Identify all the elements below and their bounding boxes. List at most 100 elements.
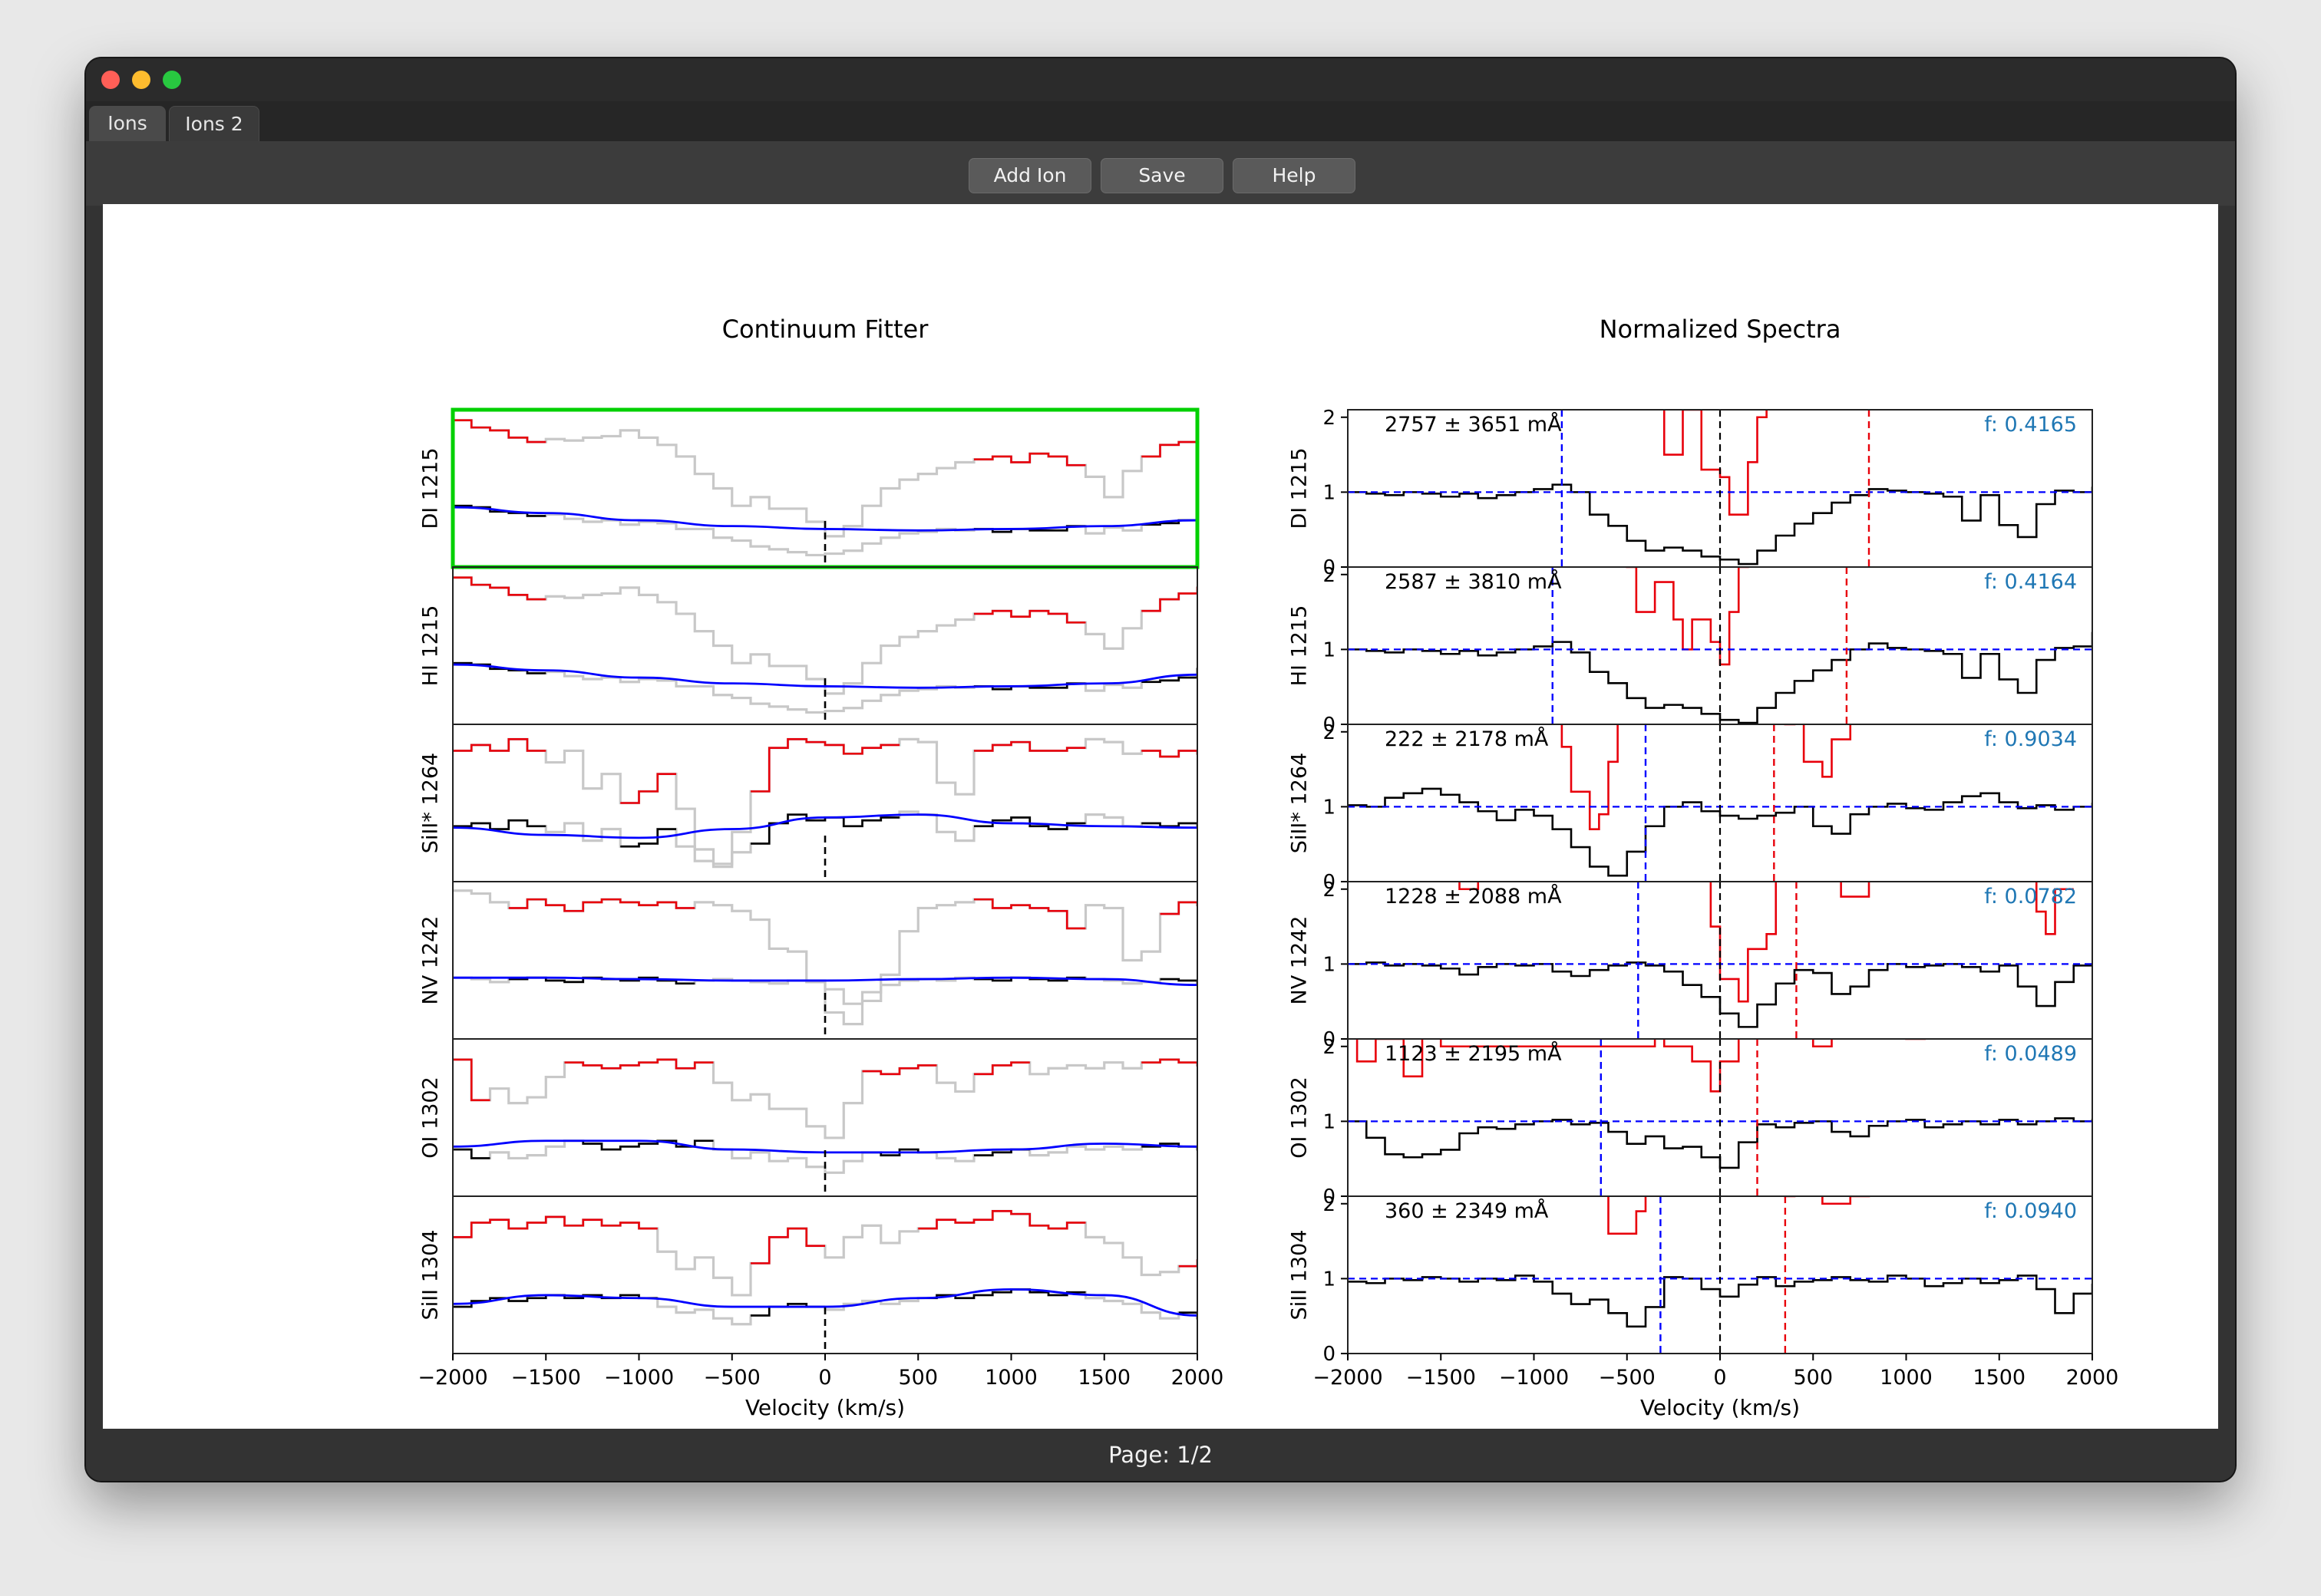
equivalent-width-label: 222 ± 2178 mÅ [1385, 727, 1549, 751]
raw-flux-line [1607, 1196, 1870, 1235]
raw-fit-segment [918, 1210, 1086, 1230]
f-value-label: f: 0.4164 [1984, 570, 2077, 594]
selected-panel-highlight [451, 407, 1200, 569]
raw-fit-segment [620, 773, 676, 804]
norm-panel-0[interactable]: 2757 ± 3651 mÅ f: 0.4165012DI 1215 [1288, 387, 2111, 579]
raw-fit-segment [751, 738, 900, 793]
x-tick-label: 0 [818, 1366, 831, 1390]
figure-canvas[interactable]: Continuum Fitter DI 1215 HI 1215 SiII* 1264… [103, 204, 2218, 1429]
raw-flux-line [1662, 410, 1768, 516]
f-value-label: f: 0.0940 [1984, 1199, 2077, 1223]
x-tick-label: −1000 [604, 1366, 674, 1390]
equivalent-width-label: 2587 ± 3810 mÅ [1385, 569, 1562, 594]
x-tick-label: −2000 [418, 1366, 487, 1390]
fit-panel-1[interactable]: HI 1215 [419, 566, 1217, 725]
ion-label: HI 1215 [1288, 605, 1312, 687]
y-tick-label: 1 [1322, 1110, 1335, 1133]
ion-label: SiII* 1264 [1288, 753, 1312, 853]
flux-fit-segment [1141, 822, 1197, 828]
normalized-flux-line [1348, 961, 2092, 1028]
raw-fit-segment [862, 1064, 937, 1076]
minimize-window-icon[interactable] [132, 71, 150, 89]
ion-label: HI 1215 [419, 605, 443, 687]
f-value-label: f: 0.0782 [1984, 885, 2077, 908]
title-bar [86, 58, 2235, 101]
x-tick-label: 0 [1713, 1366, 1726, 1390]
fit-panel-0[interactable]: DI 1215 [419, 407, 1217, 569]
y-tick-label: 0 [1322, 1343, 1335, 1366]
raw-masked-line [453, 737, 1197, 866]
x-tick-label: −1500 [1406, 1366, 1476, 1390]
y-tick-label: 2 [1322, 564, 1335, 587]
raw-fit-segment [1160, 901, 1197, 915]
panel-plot-area [453, 889, 1197, 1039]
raw-fit-segment [453, 419, 546, 444]
norm-panel-1[interactable]: 2587 ± 3810 mÅ f: 0.4164012HI 1215 [1288, 545, 2111, 737]
raw-fit-segment [453, 738, 546, 752]
app-window: Ions Ions 2 Add Ion Save Help Continuum … [86, 58, 2235, 1481]
f-value-label: f: 0.0489 [1984, 1042, 2077, 1066]
x-tick-label: −1000 [1499, 1366, 1569, 1390]
ion-label: OI 1302 [1288, 1077, 1312, 1159]
raw-fit-segment [974, 740, 1086, 752]
raw-fit-segment [1141, 586, 1197, 612]
fit-panel-2[interactable]: SiII* 1264 [419, 724, 1217, 882]
flux-masked-line [453, 810, 1197, 869]
y-tick-label: 1 [1322, 953, 1335, 976]
spectra-figure[interactable]: Continuum Fitter DI 1215 HI 1215 SiII* 1264… [103, 204, 2218, 1429]
tab-ions-2[interactable]: Ions 2 [169, 106, 259, 143]
y-tick-label: 2 [1322, 879, 1335, 902]
right-x-axis-label: Velocity (km/s) [1640, 1395, 1800, 1420]
fit-panel-3[interactable]: NV 1242 [419, 881, 1217, 1040]
normalized-flux-line [1348, 1274, 2092, 1328]
flux-masked-line [453, 1139, 1197, 1174]
x-tick-label: −2000 [1312, 1366, 1382, 1390]
f-value-label: f: 0.4165 [1984, 413, 2077, 437]
norm-panel-3[interactable]: 1228 ± 2088 mÅ f: 0.0782012NV 1242 [1288, 859, 2111, 1051]
left-chart-title: Continuum Fitter [722, 315, 929, 344]
page-indicator: Page: 1/2 [86, 1429, 2235, 1481]
panel-plot-area [453, 737, 1197, 882]
save-button[interactable]: Save [1101, 158, 1223, 193]
y-tick-label: 2 [1322, 407, 1335, 430]
y-tick-label: 1 [1322, 796, 1335, 819]
equivalent-width-label: 1123 ± 2195 mÅ [1385, 1041, 1562, 1066]
y-tick-label: 1 [1322, 481, 1335, 504]
raw-fit-segment [751, 1227, 825, 1265]
x-tick-label: 500 [1793, 1366, 1833, 1390]
zoom-window-icon[interactable] [163, 71, 181, 89]
ion-label: DI 1215 [1288, 447, 1312, 529]
left-x-axis-label: Velocity (km/s) [745, 1395, 905, 1420]
close-window-icon[interactable] [101, 71, 120, 89]
panel-plot-area [453, 419, 1197, 567]
norm-panel-4[interactable]: 1123 ± 2195 mÅ f: 0.0489012OI 1302 [1288, 1024, 2111, 1209]
help-button[interactable]: Help [1233, 158, 1355, 193]
x-tick-label: 1500 [1078, 1366, 1131, 1390]
y-tick-label: 2 [1322, 1193, 1335, 1216]
norm-panel-2[interactable]: 222 ± 2178 mÅ f: 0.9034012SiII* 1264 [1288, 709, 2111, 894]
raw-flux-line [1458, 882, 2074, 1003]
fit-panel-5[interactable]: SiII 1304 [419, 1195, 1217, 1354]
flux-fit-segment [453, 1148, 490, 1159]
norm-panel-5[interactable]: 360 ± 2349 mÅ f: 0.0940 0 1 2 SiII 1304 [1288, 1181, 2111, 1366]
tab-ions[interactable]: Ions [89, 106, 166, 141]
add-ion-button[interactable]: Add Ion [969, 158, 1091, 193]
raw-fit-segment [974, 898, 1086, 930]
y-tick-label: 2 [1322, 721, 1335, 744]
raw-fit-segment [1141, 750, 1197, 758]
y-tick-label: 1 [1322, 1268, 1335, 1291]
right-chart-title: Normalized Spectra [1600, 315, 1841, 344]
x-tick-label: −500 [1599, 1366, 1656, 1390]
y-tick-label: 2 [1322, 1036, 1335, 1059]
x-tick-label: 1000 [985, 1366, 1038, 1390]
ion-label: NV 1242 [419, 916, 443, 1005]
panel-frame [452, 409, 1198, 568]
raw-fit-segment [1141, 437, 1197, 458]
ion-label: SiII 1304 [419, 1230, 443, 1321]
x-tick-label: 2000 [1171, 1366, 1224, 1390]
f-value-label: f: 0.9034 [1984, 727, 2077, 751]
fit-panel-4[interactable]: OI 1302 [419, 1038, 1217, 1197]
x-tick-label: 1000 [1880, 1366, 1933, 1390]
ion-label: OI 1302 [419, 1077, 443, 1159]
panel-plot-area [453, 576, 1197, 724]
